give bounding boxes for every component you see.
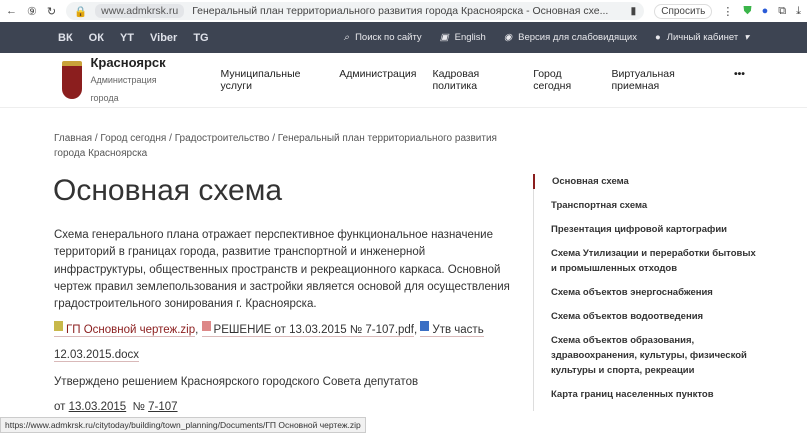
status-bar-url: https://www.admkrsk.ru/citytoday/buildin… <box>0 417 366 433</box>
brand-subtitle: Администрация города <box>90 74 157 103</box>
search-label: Поиск по сайту <box>355 32 422 43</box>
breadcrumb: Главная / Город сегодня / Градостроитель… <box>54 133 497 159</box>
page-heading: Основная схема <box>53 174 283 207</box>
url-domain: www.admkrsk.ru <box>95 4 185 18</box>
bookmark-icon[interactable]: ▮ <box>630 5 636 17</box>
account-label: Личный кабинет <box>666 32 739 43</box>
breadcrumb-home[interactable]: Главная <box>54 133 92 144</box>
pdf-icon <box>201 321 211 331</box>
decision-number-link[interactable]: 7-107 <box>148 401 177 413</box>
page-title: Генеральный план территориального развит… <box>192 5 609 17</box>
file-list: ГП Основной чертеж.zip, РЕШЕНИЕ от 13.03… <box>54 318 524 368</box>
ok-icon[interactable]: ОК <box>89 32 104 44</box>
zip-icon <box>54 321 63 331</box>
file-name: РЕШЕНИЕ от 13.03.2015 № 7-107.pdf <box>213 324 415 336</box>
youtube-icon[interactable]: YT <box>120 32 134 44</box>
nav-city-today[interactable]: Город сегодня <box>533 68 595 92</box>
sidebar-item-drainage[interactable]: Схема объектов водоотведения <box>534 309 763 324</box>
word-icon <box>420 321 430 331</box>
breadcrumb-city-today[interactable]: Город сегодня <box>100 133 166 144</box>
language-label: English <box>454 32 486 43</box>
nav-municipal-services[interactable]: Муниципальные услуги <box>220 68 323 92</box>
language-link[interactable]: ▣ English <box>440 32 486 43</box>
file-link-zip[interactable]: ГП Основной чертеж.zip <box>54 321 196 337</box>
sidebar-item-transport[interactable]: Транспортная схема <box>534 198 763 213</box>
sidebar-item-settlement-borders[interactable]: Карта границ населенных пунктов <box>534 387 763 402</box>
top-bar: ВК ОК YT Viber TG ⌕ Поиск по сайту ▣ Engli… <box>0 22 807 53</box>
file-name: ГП Основной чертеж.zip <box>66 324 196 336</box>
reload-icon[interactable]: ↻ <box>47 5 56 18</box>
translate-icon: ▣ <box>439 32 449 43</box>
shield-icon[interactable]: ⛊ <box>743 5 751 18</box>
search-icon: ⌕ <box>343 32 350 43</box>
viber-icon[interactable]: Viber <box>150 32 177 44</box>
ask-button[interactable]: Спросить <box>654 3 713 19</box>
extensions-icon[interactable]: ⧉ <box>778 5 786 18</box>
nav-virtual-reception[interactable]: Виртуальная приемная <box>611 68 713 92</box>
description: Схема генерального плана отражает перспе… <box>54 229 510 311</box>
yandex-icon[interactable]: ⑨ <box>27 5 37 18</box>
sidebar-item-education-health[interactable]: Схема объектов образования, здравоохране… <box>534 333 763 378</box>
sidebar-item-waste[interactable]: Схема Утилизации и переработки бытовых и… <box>534 246 763 276</box>
sidebar-item-energy[interactable]: Схема объектов энергоснабжения <box>534 285 763 300</box>
vk-icon[interactable]: ВК <box>58 32 73 44</box>
telegram-icon[interactable]: TG <box>193 32 208 44</box>
nav-administration[interactable]: Администрация <box>339 68 416 92</box>
breadcrumb-urban-planning[interactable]: Градостроительство <box>175 133 270 144</box>
user-icon: ● <box>654 32 661 43</box>
back-icon[interactable]: ← <box>6 5 17 17</box>
approval-text: Утверждено решением Красноярского городс… <box>54 376 419 388</box>
lock-icon: 🔒 <box>74 5 88 18</box>
brand-name: Красноярск <box>90 54 166 70</box>
brand[interactable]: Красноярск Администрация города <box>90 55 180 106</box>
section-sidebar: Основная схема Транспортная схема Презен… <box>533 174 763 411</box>
number-label: № <box>132 401 145 413</box>
accessible-version-link[interactable]: ◉ Версия для слабовидящих <box>504 32 637 43</box>
main-nav: Красноярск Администрация города Муниципа… <box>0 53 807 108</box>
download-icon[interactable]: ⤓ <box>796 5 801 18</box>
approval-info: Утверждено решением Красноярского городс… <box>54 370 418 420</box>
eye-icon: ◉ <box>503 32 513 43</box>
sidebar-item-digital-cartography[interactable]: Презентация цифровой картографии <box>534 222 763 237</box>
file-link-pdf[interactable]: РЕШЕНИЕ от 13.03.2015 № 7-107.pdf <box>201 321 415 337</box>
browser-toolbar: ← ⑨ ↻ 🔒 www.admkrsk.ru Генеральный план … <box>0 0 807 22</box>
accessible-label: Версия для слабовидящих <box>518 32 637 43</box>
site-search-link[interactable]: ⌕ Поиск по сайту <box>344 32 422 43</box>
decision-date-link[interactable]: 13.03.2015 <box>69 401 127 413</box>
extension-icon[interactable]: ● <box>762 5 769 17</box>
nav-hr-policy[interactable]: Кадровая политика <box>432 68 517 92</box>
from-label: от <box>54 401 66 413</box>
coat-of-arms-logo[interactable] <box>62 61 83 99</box>
chevron-down-icon: ▾ <box>744 32 749 43</box>
menu-icon[interactable]: ⋮ <box>722 5 733 18</box>
more-icon[interactable]: ••• <box>734 68 745 92</box>
address-bar[interactable]: 🔒 www.admkrsk.ru Генеральный план террит… <box>66 2 645 20</box>
account-link[interactable]: ● Личный кабинет ▾ <box>655 32 749 43</box>
sidebar-item-main-scheme[interactable]: Основная схема <box>533 174 763 189</box>
